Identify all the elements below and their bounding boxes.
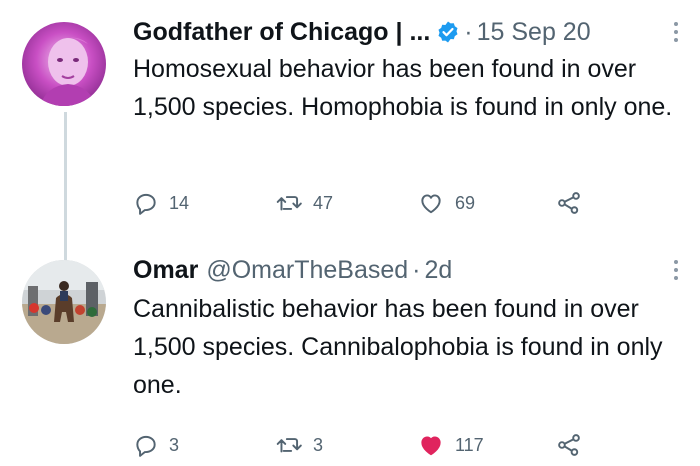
reply-count: 14 <box>169 192 190 213</box>
avatar[interactable] <box>22 260 106 344</box>
like-count: 117 <box>455 434 484 455</box>
reply-button[interactable]: 3 <box>133 430 179 460</box>
separator-dot: · <box>464 17 473 46</box>
tweet-header: Godfather of Chicago | ... · 15 Sep 20 <box>133 14 680 50</box>
share-icon <box>558 434 580 456</box>
share-button[interactable] <box>555 430 583 460</box>
tweet-actions: 3 3 117 <box>133 430 603 460</box>
reply-icon <box>136 435 156 457</box>
share-icon <box>558 192 580 214</box>
retweet-count: 3 <box>313 434 324 455</box>
reply-button[interactable]: 14 <box>133 188 189 218</box>
author-name[interactable]: Godfather of Chicago | ... <box>133 18 430 47</box>
more-options-icon[interactable] <box>672 258 680 282</box>
timestamp[interactable]: 15 Sep 20 <box>477 18 591 47</box>
retweet-icon <box>276 196 302 211</box>
author-handle[interactable]: @OmarTheBased <box>206 256 408 285</box>
avatar[interactable] <box>22 22 106 106</box>
more-options-icon[interactable] <box>672 20 680 44</box>
verified-badge-icon <box>436 20 460 44</box>
tweet[interactable]: Godfather of Chicago | ... · 15 Sep 20 H… <box>0 0 700 240</box>
like-count: 69 <box>455 192 476 213</box>
tweet-text: Homosexual behavior has been found in ov… <box>133 55 673 121</box>
reply-icon <box>136 193 156 215</box>
retweet-button[interactable]: 3 <box>275 430 323 460</box>
timestamp[interactable]: 2d <box>424 256 452 285</box>
retweet-count: 47 <box>313 192 334 213</box>
author-name[interactable]: Omar <box>133 256 198 285</box>
tweet-header: Omar @OmarTheBased · 2d <box>133 252 680 288</box>
share-button[interactable] <box>555 188 583 218</box>
tweet[interactable]: Omar @OmarTheBased · 2d Cannibalistic be… <box>0 240 700 466</box>
separator-dot: · <box>412 255 421 284</box>
reply-count: 3 <box>169 434 180 455</box>
retweet-button[interactable]: 47 <box>275 188 333 218</box>
like-icon <box>421 436 441 456</box>
like-button[interactable]: 69 <box>417 188 475 218</box>
like-button[interactable]: 117 <box>417 430 484 460</box>
like-icon <box>421 194 441 214</box>
tweet-text: Cannibalistic behavior has been found in… <box>133 295 663 399</box>
retweet-icon <box>276 438 302 453</box>
tweet-actions: 14 47 69 <box>133 188 603 218</box>
